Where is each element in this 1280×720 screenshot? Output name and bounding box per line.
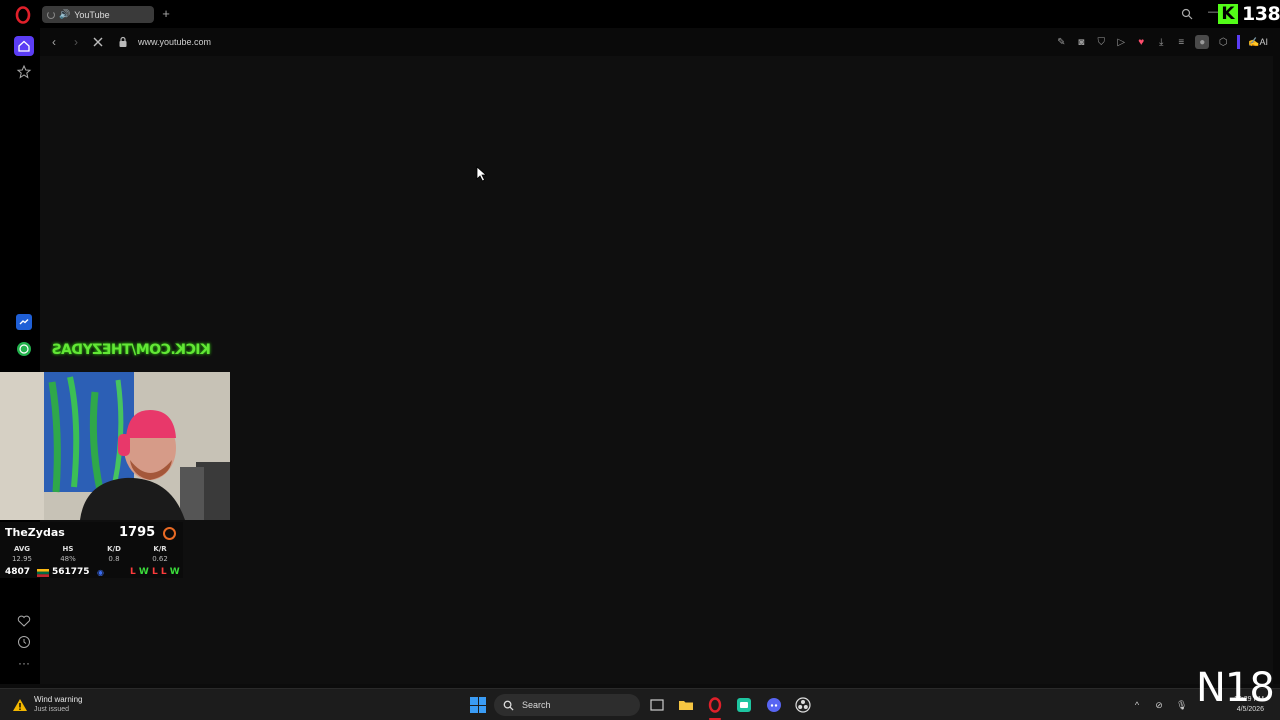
divider — [1237, 35, 1241, 49]
screen: 🔊 YouTube + — K 138 ‹ › www.youtube.com … — [0, 0, 1280, 720]
heart-icon[interactable]: ♥ — [1135, 36, 1147, 48]
opera-taskbar-icon[interactable] — [707, 697, 723, 713]
microphone-icon[interactable]: 🎙 — [1176, 700, 1187, 710]
history-icon[interactable] — [16, 634, 32, 650]
camera-icon[interactable]: ◙ — [1075, 36, 1087, 48]
matches-count: 4807 — [5, 567, 31, 577]
taskbar: Wind warning Just issued Search ^ ⊘ 🎙 10… — [0, 688, 1280, 720]
address-bar-row: ‹ › www.youtube.com ✎ ◙ ⛉ ▷ ♥ ⤓ ≡ ● ⬡ ✍A… — [40, 28, 1280, 56]
search-icon — [503, 700, 514, 711]
corner-overlay-label: N18 — [1196, 665, 1275, 711]
page-content — [40, 56, 1273, 684]
webcam-feed — [0, 372, 230, 520]
tab-title: YouTube — [74, 9, 110, 20]
chat-app-icon[interactable] — [736, 697, 752, 713]
windows-logo-q1 — [470, 697, 478, 705]
stats-panel: TheZydas 1795 AVG 12.95 HS 48% K/D 0.8 K/R 0… — [0, 522, 183, 578]
start-button[interactable] — [470, 697, 486, 713]
points-icon: ◉ — [97, 568, 104, 577]
warning-icon[interactable] — [12, 698, 28, 712]
tab-strip: 🔊 YouTube + — K 138 — [0, 0, 1280, 28]
stat-kr: K/R 0.62 — [152, 545, 168, 563]
tab-search-icon[interactable] — [1181, 8, 1193, 20]
file-explorer-icon[interactable] — [678, 697, 694, 713]
points-count: 561775 — [52, 567, 90, 577]
new-tab-button[interactable]: + — [160, 7, 172, 20]
result-2: L — [151, 567, 158, 577]
loading-spinner-icon — [47, 10, 55, 19]
webcam-image — [0, 372, 230, 520]
messenger-icon[interactable] — [16, 314, 32, 330]
stat-avg: AVG 12.95 — [11, 545, 33, 563]
more-icon[interactable]: ··· — [16, 656, 32, 672]
mouse-cursor-icon — [476, 166, 488, 182]
network-icon[interactable]: ⊘ — [1154, 700, 1164, 710]
extensions-icon[interactable]: ⬡ — [1217, 36, 1229, 48]
ai-button[interactable]: ✍AI — [1248, 37, 1268, 48]
lock-icon[interactable] — [118, 36, 128, 48]
shield-icon[interactable]: ⛉ — [1095, 36, 1107, 48]
bookmarks-icon[interactable] — [16, 64, 32, 80]
search-label: Search — [522, 700, 551, 710]
stop-loading-icon[interactable] — [92, 36, 104, 48]
sidebar: ··· — [0, 28, 40, 684]
stat-hs: HS 48% — [60, 545, 76, 563]
scrollbar[interactable] — [1273, 56, 1280, 684]
discord-icon[interactable] — [766, 697, 782, 713]
windows-logo-q3 — [470, 705, 478, 713]
home-icon — [18, 40, 30, 52]
stat-kd: K/D 0.8 — [107, 545, 121, 563]
result-4: W — [169, 567, 180, 577]
result-3: L — [160, 567, 167, 577]
windows-logo-q4 — [478, 705, 486, 713]
profile-icon[interactable]: ● — [1195, 35, 1210, 49]
elo-level-icon — [163, 527, 176, 540]
tray-overflow-icon[interactable]: ^ — [1132, 700, 1142, 710]
download-icon[interactable]: ⤓ — [1155, 36, 1167, 48]
tab-youtube[interactable]: 🔊 YouTube — [42, 6, 154, 23]
recent-results: L W L L W — [130, 567, 180, 577]
viewer-count: 138 — [1242, 3, 1280, 25]
mirrored-stream-url: KICK.COM/THEZYDAS — [52, 342, 211, 358]
menu-icon[interactable]: ≡ — [1175, 36, 1187, 48]
taskbar-search[interactable]: Search — [494, 694, 640, 716]
whatsapp-icon[interactable] — [16, 341, 32, 357]
opera-logo-icon[interactable] — [14, 6, 32, 24]
kick-logo: K — [1218, 4, 1238, 24]
forward-button[interactable]: › — [70, 36, 82, 48]
toolbar: ✎ ◙ ⛉ ▷ ♥ ⤓ ≡ ● ⬡ ✍AI — [1055, 34, 1268, 50]
task-view-icon[interactable] — [649, 697, 665, 713]
windows-logo-q2 — [478, 697, 486, 705]
play-icon[interactable]: ▷ — [1115, 36, 1127, 48]
flag-icon — [37, 569, 49, 577]
edit-icon[interactable]: ✎ — [1055, 36, 1067, 48]
ai-icon: ✍ — [1248, 36, 1260, 47]
speaker-icon[interactable]: 🔊 — [59, 10, 70, 19]
result-0: L — [130, 567, 136, 577]
result-1: W — [138, 567, 149, 577]
weather-subtitle: Just issued — [34, 706, 70, 713]
player-name: TheZydas — [5, 526, 65, 539]
back-button[interactable]: ‹ — [48, 36, 60, 48]
heart-outline-icon[interactable] — [16, 613, 32, 629]
weather-title[interactable]: Wind warning — [34, 695, 82, 704]
home-button[interactable] — [14, 36, 34, 56]
url-field[interactable]: www.youtube.com — [138, 37, 211, 47]
elo-value: 1795 — [119, 525, 156, 540]
obs-icon[interactable] — [795, 697, 811, 713]
